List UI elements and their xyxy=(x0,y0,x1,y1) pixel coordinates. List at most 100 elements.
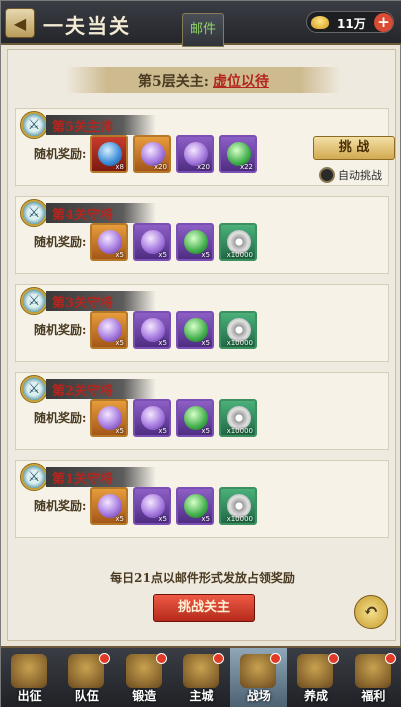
reward-count: x5 xyxy=(158,427,167,435)
challenge-boss-button[interactable]: 挑战关主 xyxy=(153,594,255,622)
layer-boss-name[interactable]: 虚位以待 xyxy=(213,74,269,90)
layer-banner-text: 第5层关主: 虚位以待 xyxy=(66,71,341,91)
toggle-dot-icon xyxy=(319,167,335,183)
reward-item[interactable]: x5 xyxy=(90,399,128,437)
return-button[interactable]: ↶ xyxy=(354,595,388,629)
notification-badge xyxy=(213,653,225,664)
reward-item[interactable]: x5 xyxy=(133,311,171,349)
layer-prefix: 第5层关主: xyxy=(138,74,209,90)
reward-item[interactable]: x5 xyxy=(90,311,128,349)
currency-display: 11万 + xyxy=(306,11,394,33)
stage-title: 第2关守将 xyxy=(52,384,114,399)
reward-count: x5 xyxy=(158,339,167,347)
reward-item[interactable]: x5 xyxy=(176,487,214,525)
game-screen: ◀ 一夫当关 邮件 11万 + 第5层关主: 虚位以待 ⚔ 第5关主帅 随机奖励: x8… xyxy=(0,0,401,707)
stage-card: ⚔ 第5关主帅随机奖励: x8 x20 x20 x22 挑 战自动挑战 xyxy=(15,108,395,186)
stage-card: ⚔ 第2关守将 随机奖励: x5 x5 x5 x10000 xyxy=(15,372,389,450)
stage-emblem-icon: ⚔ xyxy=(20,287,48,315)
reward-count: x5 xyxy=(201,427,210,435)
reward-count: x10000 xyxy=(226,251,253,259)
gold-ingot-icon xyxy=(311,16,329,29)
page-title: 一夫当关 xyxy=(43,14,131,38)
challenge-button[interactable]: 挑 战 xyxy=(313,136,395,160)
notification-badge xyxy=(384,653,396,664)
reward-count: x22 xyxy=(239,163,253,171)
layer-banner: 第5层关主: 虚位以待 xyxy=(66,67,341,93)
reward-item[interactable]: x10000 xyxy=(219,311,257,349)
reward-count: x5 xyxy=(158,251,167,259)
return-arrow-icon: ↶ xyxy=(363,601,379,622)
notification-badge xyxy=(270,653,282,664)
back-arrow-icon: ◀ xyxy=(13,13,27,33)
reward-count: x8 xyxy=(115,163,124,171)
notification-badge xyxy=(327,653,339,664)
reward-count: x20 xyxy=(196,163,210,171)
reward-label: 随机奖励: xyxy=(34,147,87,161)
reward-label: 随机奖励: xyxy=(34,235,87,249)
stage-card: ⚔ 第1关守将 随机奖励: x5 x5 x5 x10000 xyxy=(15,460,389,538)
reward-item[interactable]: x5 xyxy=(176,311,214,349)
reward-item[interactable]: x5 xyxy=(133,487,171,525)
nav-item[interactable]: 福利 xyxy=(345,648,401,707)
auto-challenge-toggle[interactable]: 自动挑战 xyxy=(319,167,382,183)
stage-emblem-icon: ⚔ xyxy=(20,463,48,491)
stage-card: ⚔ 第3关守将 随机奖励: x5 x5 x5 x10000 xyxy=(15,284,389,362)
reward-label: 随机奖励: xyxy=(34,499,87,513)
reward-count: x5 xyxy=(201,251,210,259)
reward-item[interactable]: x5 xyxy=(133,399,171,437)
reward-item[interactable]: x5 xyxy=(133,223,171,261)
reward-count: x5 xyxy=(158,515,167,523)
reward-item[interactable]: x10000 xyxy=(219,487,257,525)
stage-emblem-icon: ⚔ xyxy=(20,199,48,227)
main-panel: 第5层关主: 虚位以待 ⚔ 第5关主帅随机奖励: x8 x20 x20 x22 挑 战自动挑战… xyxy=(7,49,396,641)
currency-value: 11万 xyxy=(337,17,366,31)
nav-label: 主城 xyxy=(189,689,214,703)
nav-label: 出征 xyxy=(17,689,42,703)
reward-item[interactable]: x10000 xyxy=(219,399,257,437)
reward-item[interactable]: x20 xyxy=(133,135,171,173)
reward-count: x5 xyxy=(115,427,124,435)
add-currency-button[interactable]: + xyxy=(374,13,393,32)
back-button[interactable]: ◀ xyxy=(5,8,35,38)
reward-count: x5 xyxy=(201,339,210,347)
reward-item[interactable]: x10000 xyxy=(219,223,257,261)
nav-label: 队伍 xyxy=(74,689,99,703)
nav-label: 战场 xyxy=(246,689,271,703)
nav-item[interactable]: 战场 xyxy=(230,648,288,707)
stage-emblem-icon: ⚔ xyxy=(20,111,48,139)
top-bar: ◀ 一夫当关 邮件 11万 + xyxy=(1,1,401,47)
reward-notice: 每日21点以邮件形式发放占领奖励 xyxy=(110,571,295,585)
tab-mail[interactable]: 邮件 xyxy=(182,13,224,47)
bottom-nav: 出征 队伍 锻造 主城 战场 养成 福利 xyxy=(1,646,401,707)
stage-title: 第5关主帅 xyxy=(52,120,114,135)
nav-item[interactable]: 出征 xyxy=(1,648,58,707)
notification-badge xyxy=(155,653,167,664)
nav-label: 福利 xyxy=(361,689,386,703)
reward-item[interactable]: x5 xyxy=(176,399,214,437)
reward-item[interactable]: x5 xyxy=(90,487,128,525)
reward-count: x20 xyxy=(153,163,167,171)
stage-title: 第4关守将 xyxy=(52,208,114,223)
nav-label: 养成 xyxy=(304,689,329,703)
nav-item[interactable]: 养成 xyxy=(287,648,344,707)
nav-item[interactable]: 锻造 xyxy=(116,648,173,707)
reward-item[interactable]: x5 xyxy=(176,223,214,261)
notification-badge xyxy=(98,653,110,664)
reward-label: 随机奖励: xyxy=(34,323,87,337)
reward-count: x10000 xyxy=(226,427,253,435)
reward-count: x10000 xyxy=(226,515,253,523)
reward-items: x5 x5 x5 x10000 xyxy=(90,223,257,261)
reward-item[interactable]: x8 xyxy=(90,135,128,173)
auto-challenge-label: 自动挑战 xyxy=(338,169,382,182)
nav-item[interactable]: 队伍 xyxy=(58,648,115,707)
reward-item[interactable]: x22 xyxy=(219,135,257,173)
nav-label: 锻造 xyxy=(132,689,157,703)
nav-item[interactable]: 主城 xyxy=(173,648,230,707)
reward-items: x8 x20 x20 x22 xyxy=(90,135,257,173)
reward-items: x5 x5 x5 x10000 xyxy=(90,311,257,349)
reward-count: x5 xyxy=(115,251,124,259)
stage-emblem-icon: ⚔ xyxy=(20,375,48,403)
reward-item[interactable]: x5 xyxy=(90,223,128,261)
reward-count: x5 xyxy=(115,515,124,523)
reward-item[interactable]: x20 xyxy=(176,135,214,173)
